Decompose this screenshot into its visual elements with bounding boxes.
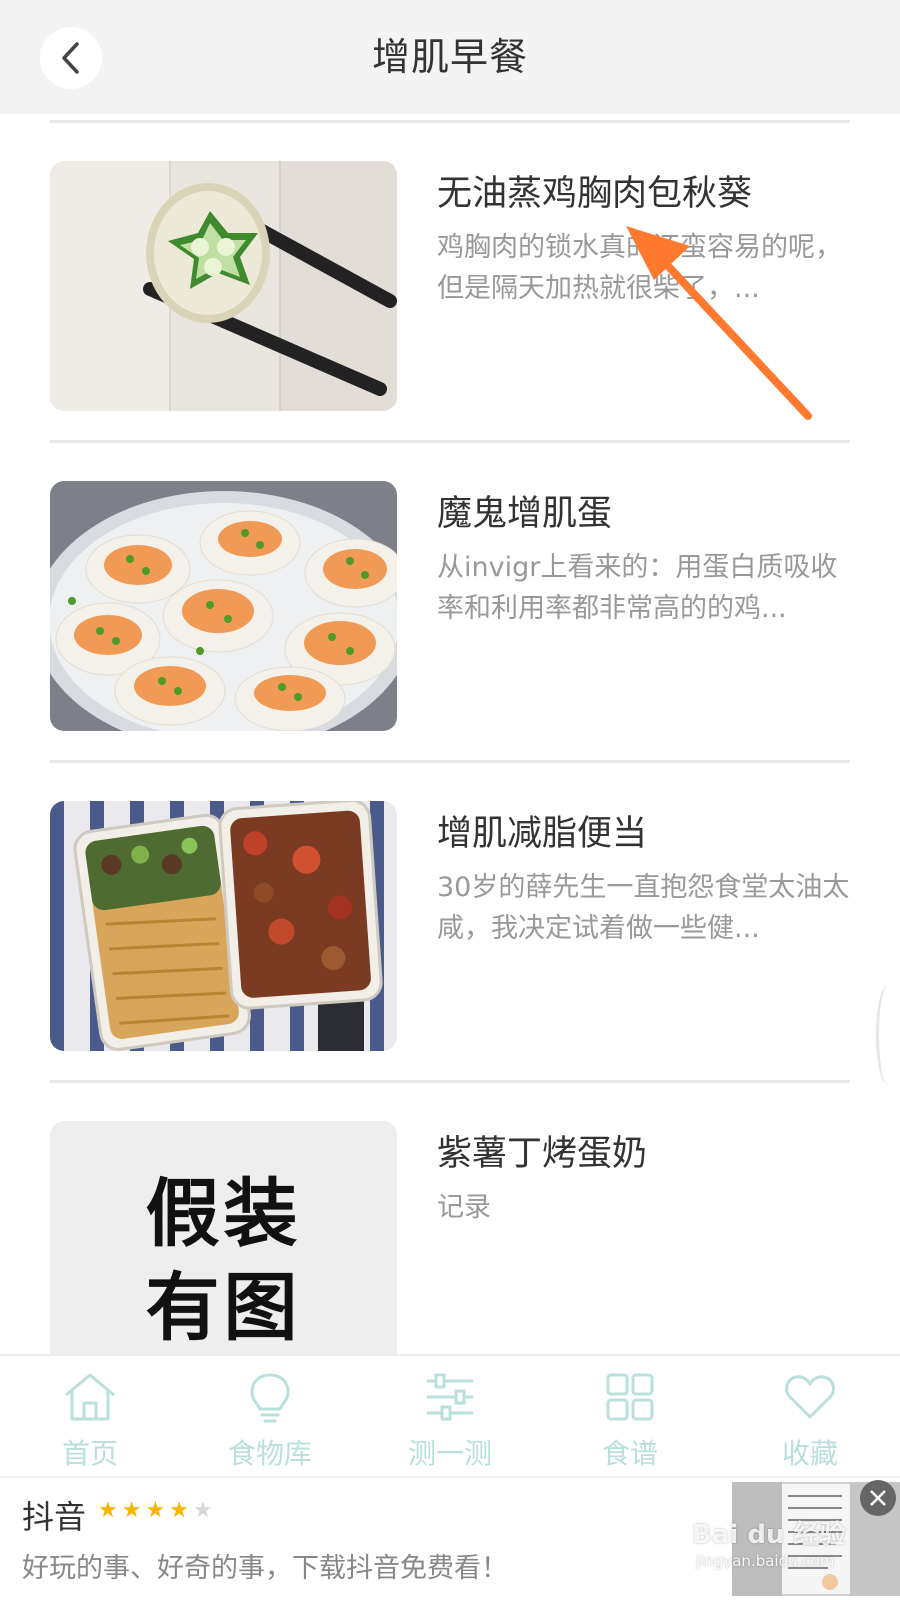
watermark: Bai du 经验 <box>692 1520 846 1550</box>
star-icon: ★ <box>169 1498 193 1523</box>
nav-label: 食谱 <box>601 1437 658 1470</box>
nav-food-library[interactable]: 食物库 <box>180 1356 360 1476</box>
star-icon: ★ <box>145 1498 170 1523</box>
watermark-url: jingyan.baidu.com <box>696 1552 835 1570</box>
recipe-description: 鸡胸肉的锁水真的还蛮容易的呢，但是隔天加热就很柴了，... <box>437 232 842 304</box>
star-icon: ★ <box>98 1498 122 1523</box>
chevron-left-icon <box>62 42 79 74</box>
nav-recipes[interactable]: 食谱 <box>540 1356 720 1476</box>
ad-title: 抖音 <box>22 1498 87 1536</box>
close-icon <box>870 1490 886 1506</box>
edge-swipe-handle[interactable] <box>876 985 900 1085</box>
recipe-description: 从invigr上看来的：用蛋白质吸收率和利用率都非常高的的鸡... <box>437 552 838 624</box>
recipe-thumbnail <box>50 161 397 411</box>
recipe-thumbnail <box>50 481 397 731</box>
recipe-title: 魔鬼增肌蛋 <box>437 494 613 534</box>
recipe-description: 记录 <box>437 1192 491 1223</box>
bottom-nav: 首页 食物库 测一测 食谱 收藏 <box>0 1354 900 1476</box>
recipe-list: 无油蒸鸡胸肉包秋葵 鸡胸肉的锁水真的还蛮容易的呢，但是隔天加热就很柴了，... <box>0 114 900 1354</box>
grid-icon <box>600 1370 660 1424</box>
recipe-item-okra-chicken[interactable]: 无油蒸鸡胸肉包秋葵 鸡胸肉的锁水真的还蛮容易的呢，但是隔天加热就很柴了，... <box>0 123 900 450</box>
lightbulb-icon <box>240 1370 300 1424</box>
recipe-description: 30岁的薛先生一直抱怨食堂太油太咸，我决定试着做一些健... <box>437 872 850 944</box>
recipe-item-bento[interactable]: 增肌减脂便当 30岁的薛先生一直抱怨食堂太油太咸，我决定试着做一些健... <box>0 763 900 1090</box>
placeholder-image: 假装 有图 <box>50 1121 397 1354</box>
header-bar: 增肌早餐 <box>0 0 900 114</box>
heart-icon <box>780 1370 840 1424</box>
home-icon <box>60 1370 120 1424</box>
placeholder-text-line2: 有图 <box>145 1265 302 1351</box>
page-title: 增肌早餐 <box>371 35 528 79</box>
nav-label: 测一测 <box>407 1437 492 1470</box>
ad-description: 好玩的事、好奇的事，下载抖音免费看！ <box>22 1553 508 1584</box>
recipe-item-purple-potato[interactable]: 假装 有图 紫薯丁烤蛋奶 记录 <box>0 1083 900 1354</box>
ad-rating: ★★★★★ <box>98 1498 217 1523</box>
recipe-thumbnail <box>50 801 397 1051</box>
ad-close-button[interactable] <box>860 1480 896 1516</box>
star-icon: ★ <box>192 1498 217 1523</box>
back-button[interactable] <box>40 27 102 89</box>
nav-test[interactable]: 测一测 <box>360 1356 540 1476</box>
recipe-title: 增肌减脂便当 <box>437 814 648 854</box>
recipe-title: 无油蒸鸡胸肉包秋葵 <box>437 174 753 214</box>
sliders-icon <box>420 1370 480 1424</box>
recipe-title: 紫薯丁烤蛋奶 <box>437 1134 648 1174</box>
nav-favorites[interactable]: 收藏 <box>720 1356 900 1476</box>
star-icon: ★ <box>121 1498 146 1523</box>
nav-label: 食物库 <box>227 1437 312 1470</box>
nav-label: 收藏 <box>781 1437 838 1470</box>
placeholder-text-line1: 假装 <box>145 1171 302 1257</box>
nav-home[interactable]: 首页 <box>0 1356 180 1476</box>
recipe-item-deviled-eggs[interactable]: 魔鬼增肌蛋 从invigr上看来的：用蛋白质吸收率和利用率都非常高的的鸡... <box>0 443 900 770</box>
nav-label: 首页 <box>61 1437 118 1470</box>
